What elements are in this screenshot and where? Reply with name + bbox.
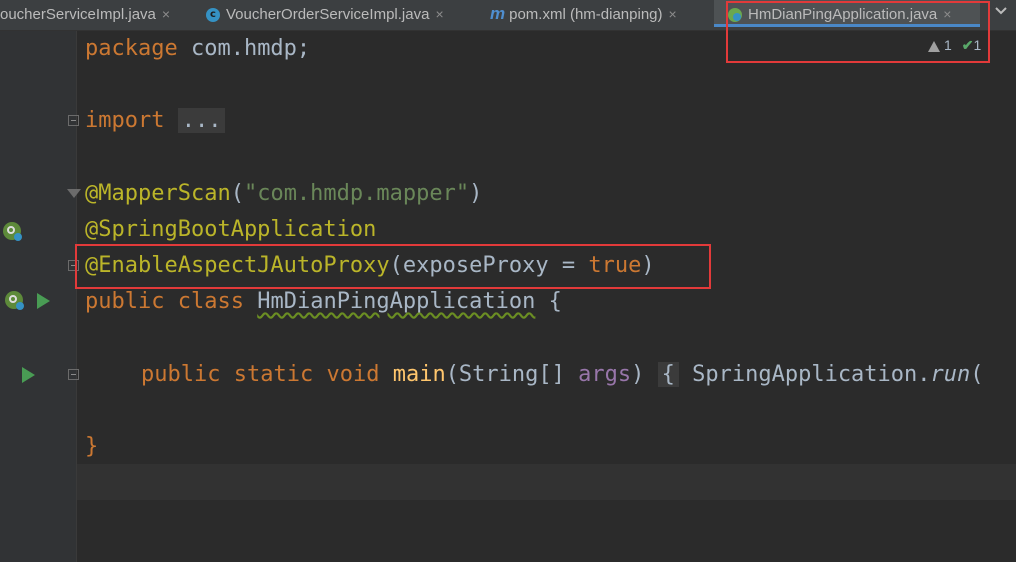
code-line-10: public static void main(String[] args) {…	[141, 362, 984, 387]
folded-imports[interactable]: ...	[177, 108, 226, 133]
spring-bean-icon[interactable]	[3, 222, 22, 241]
chevron-down-icon[interactable]	[994, 4, 1008, 21]
code-editor[interactable]: package com.hmdp; import ... @MapperScan…	[77, 31, 1016, 562]
close-icon[interactable]: ×	[435, 6, 443, 22]
run-icon[interactable]	[22, 367, 35, 383]
tab-label: VoucherOrderServiceImpl.java	[226, 6, 430, 23]
tab-voucher-service-impl[interactable]: oucherServiceImpl.java ×	[0, 0, 170, 30]
tab-label: oucherServiceImpl.java	[0, 6, 156, 23]
code-line-8: public class HmDianPingApplication {	[85, 289, 562, 314]
close-icon[interactable]: ×	[162, 6, 170, 22]
highlight-box-tab	[726, 1, 990, 63]
tab-pom-xml[interactable]: m pom.xml (hm-dianping) ×	[490, 0, 677, 30]
spring-bean-icon[interactable]	[5, 291, 24, 310]
close-icon[interactable]: ×	[669, 6, 677, 22]
maven-m-icon: m	[490, 4, 506, 23]
tab-voucher-order-service-impl[interactable]: c VoucherOrderServiceImpl.java ×	[206, 0, 444, 30]
run-icon[interactable]	[37, 293, 50, 309]
code-line-5: @MapperScan("com.hmdp.mapper")	[85, 181, 483, 206]
code-line-12: }	[85, 434, 99, 459]
highlight-box-annotation	[75, 244, 711, 289]
class-c-icon: c	[206, 8, 220, 23]
code-line-3: import ...	[85, 103, 226, 139]
code-line-6: @SpringBootApplication	[85, 217, 377, 242]
code-line-1: package com.hmdp;	[85, 36, 311, 61]
folded-method-body[interactable]: {	[657, 362, 679, 387]
tab-label: pom.xml (hm-dianping)	[509, 6, 663, 23]
